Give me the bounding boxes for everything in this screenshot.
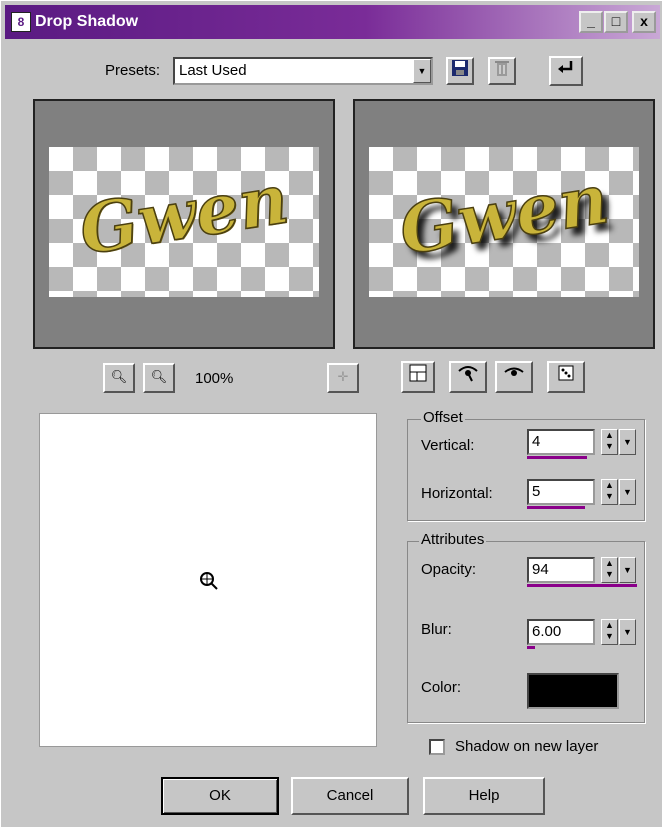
preview-text-original: Gwen [74, 158, 295, 271]
presets-label: Presets: [105, 62, 161, 79]
opacity-input[interactable]: 94 [527, 557, 595, 583]
horizontal-slider[interactable] [527, 506, 585, 509]
transparency-checkerboard: Gwen [369, 147, 639, 297]
window-title: Drop Shadow [35, 13, 139, 30]
horizontal-label: Horizontal: [421, 485, 493, 502]
spin-down-icon[interactable]: ▼ [619, 429, 636, 455]
save-icon [452, 60, 468, 76]
proof-icon [409, 364, 427, 382]
blur-label: Blur: [421, 621, 452, 638]
reset-button[interactable] [549, 56, 583, 86]
eye-icon [458, 366, 478, 382]
color-label: Color: [421, 679, 462, 696]
spin-down-icon[interactable]: ▼ [619, 479, 636, 505]
opacity-spinner[interactable]: ▲ ▼ ▼ [601, 557, 637, 583]
help-button[interactable]: Help [423, 777, 545, 815]
spin-up-icon[interactable]: ▲ ▼ [601, 557, 618, 583]
zoom-out-icon: 🔍︎ [110, 369, 128, 384]
horizontal-spinner[interactable]: ▲ ▼ ▼ [601, 479, 637, 505]
cancel-button[interactable]: Cancel [291, 777, 409, 815]
title-bar[interactable]: 8 Drop Shadow _ □ x [5, 5, 660, 39]
delete-preset-button[interactable] [488, 57, 516, 85]
randomize-button[interactable] [547, 361, 585, 393]
shadow-direction-pad[interactable] [39, 413, 377, 747]
crosshair-icon[interactable] [197, 569, 223, 595]
proof-button[interactable] [401, 361, 435, 393]
offset-group-title: Offset [421, 409, 465, 426]
spin-down-icon[interactable]: ▼ [619, 557, 636, 583]
save-preset-button[interactable] [446, 57, 474, 85]
show-original-button[interactable] [495, 361, 533, 393]
eye-icon [504, 367, 524, 376]
spin-up-icon[interactable]: ▲ ▼ [601, 479, 618, 505]
chevron-down-icon[interactable]: ▼ [413, 59, 431, 83]
vertical-spinner[interactable]: ▲ ▼ ▼ [601, 429, 637, 455]
result-preview: Gwen [353, 99, 655, 349]
horizontal-input[interactable]: 5 [527, 479, 595, 505]
attributes-group-title: Attributes [419, 531, 487, 548]
move-icon: ✛ [337, 369, 349, 384]
transparency-checkerboard: Gwen [49, 147, 319, 297]
presets-value: Last Used [179, 62, 247, 79]
spin-up-icon[interactable]: ▲ ▼ [601, 619, 618, 645]
shadow-new-layer-checkbox[interactable] [429, 739, 445, 755]
drop-shadow-dialog: 8 Drop Shadow _ □ x Presets: Last Used ▼… [0, 0, 663, 828]
trash-icon [495, 61, 509, 76]
preview-text-result: Gwen [394, 158, 615, 271]
vertical-slider[interactable] [527, 456, 587, 459]
blur-slider[interactable] [527, 646, 535, 649]
blur-spinner[interactable]: ▲ ▼ ▼ [601, 619, 637, 645]
pan-button[interactable]: ✛ [327, 363, 359, 393]
close-button[interactable]: x [632, 11, 656, 33]
zoom-in-button[interactable]: 🔍︎ [143, 363, 175, 393]
auto-proof-button[interactable] [449, 361, 487, 393]
reset-arrow-icon [558, 61, 573, 73]
color-swatch[interactable] [527, 673, 619, 709]
blur-input[interactable]: 6.00 [527, 619, 595, 645]
maximize-button[interactable]: □ [604, 11, 628, 33]
spin-up-icon[interactable]: ▲ ▼ [601, 429, 618, 455]
shadow-new-layer-label: Shadow on new layer [455, 738, 599, 755]
opacity-label: Opacity: [421, 561, 477, 578]
minimize-button[interactable]: _ [579, 11, 603, 33]
spin-down-icon[interactable]: ▼ [619, 619, 636, 645]
dice-icon [558, 365, 574, 381]
original-preview: Gwen [33, 99, 335, 349]
vertical-label: Vertical: [421, 437, 475, 454]
opacity-slider[interactable] [527, 584, 637, 587]
app-icon: 8 [11, 12, 31, 32]
vertical-input[interactable]: 4 [527, 429, 595, 455]
zoom-out-button[interactable]: 🔍︎ [103, 363, 135, 393]
presets-dropdown[interactable]: Last Used ▼ [173, 57, 433, 85]
zoom-in-icon: 🔍︎ [150, 369, 168, 384]
ok-button[interactable]: OK [161, 777, 279, 815]
zoom-level: 100% [195, 370, 234, 387]
